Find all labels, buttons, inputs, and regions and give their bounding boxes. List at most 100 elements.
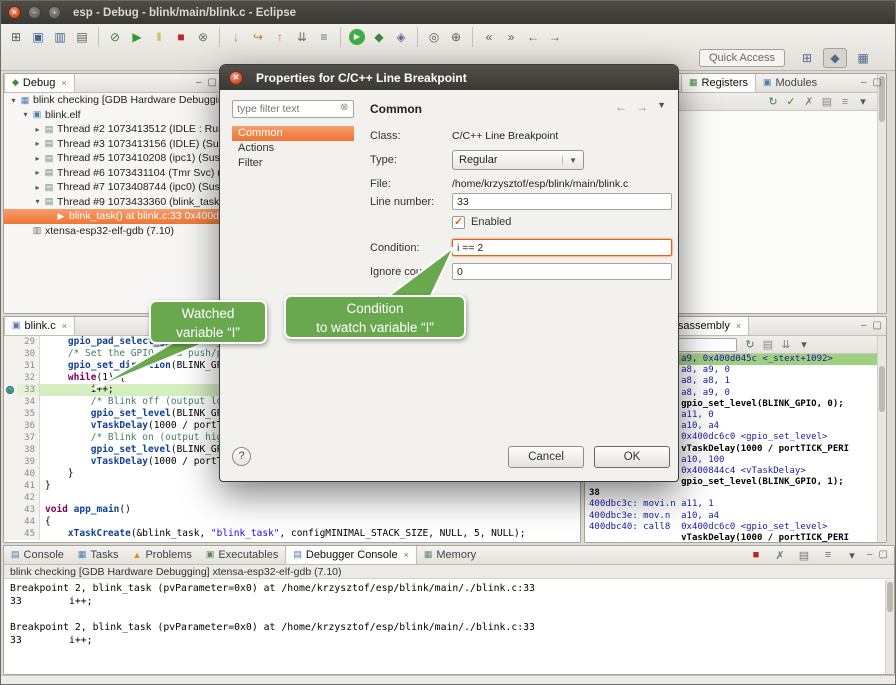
coverage-icon[interactable]: ◈ <box>391 28 411 46</box>
forward-icon[interactable]: → <box>636 100 648 114</box>
console-tab-console[interactable]: ▤Console <box>4 545 71 564</box>
close-icon[interactable]: × <box>736 321 741 331</box>
debug-tree-item[interactable]: ▾▦blink checking [GDB Hardware Debugging… <box>4 93 221 108</box>
disconnect-icon[interactable]: ⊗ <box>193 28 213 46</box>
debug-tree-item[interactable]: ▸▤Thread #6 1073431104 (Tmr Svc) (Suspen… <box>4 166 221 181</box>
line-number-input[interactable] <box>452 193 672 210</box>
dialog-section-actions[interactable]: Actions <box>232 141 354 156</box>
breakpoint-ruler[interactable] <box>4 372 17 384</box>
expand-arrow-icon[interactable]: ▸ <box>32 139 43 148</box>
cancel-button[interactable]: Cancel <box>508 446 584 468</box>
filter-input[interactable] <box>232 100 354 118</box>
view-menu-icon[interactable]: ▼ <box>657 100 666 114</box>
expand-arrow-icon[interactable]: ▾ <box>8 96 19 105</box>
breakpoint-ruler[interactable] <box>4 528 17 540</box>
show-source-icon[interactable]: ▤ <box>759 338 777 351</box>
suspend-icon[interactable]: ‖ <box>149 28 169 46</box>
print-icon[interactable]: ▤ <box>72 28 92 46</box>
step-return-icon[interactable]: ↑ <box>270 28 290 46</box>
terminate-icon[interactable]: ■ <box>171 28 191 46</box>
breakpoint-marker[interactable]: ▶ <box>4 384 17 396</box>
scroll-lock-icon[interactable]: ≡ <box>819 549 837 562</box>
refresh-icon[interactable]: ↻ <box>741 338 759 351</box>
instruction-stepping-icon[interactable]: ≡ <box>314 28 334 46</box>
debug-tree-item[interactable]: ▸▤Thread #2 1073413512 (IDLE : Running) <box>4 122 221 137</box>
console-scrollbar[interactable] <box>885 580 894 674</box>
console-tab-debugger-console[interactable]: ▤Debugger Console× <box>285 545 417 564</box>
sync-icon[interactable]: ⇊ <box>777 338 795 351</box>
expand-arrow-icon[interactable]: ▸ <box>32 168 43 177</box>
next-annotation-icon[interactable]: » <box>501 28 521 46</box>
dialog-close-icon[interactable]: ✕ <box>229 71 243 85</box>
breakpoint-ruler[interactable] <box>4 336 17 348</box>
cpp-perspective-icon[interactable]: ▦ <box>851 48 875 68</box>
condition-input[interactable] <box>452 239 672 256</box>
forward-icon[interactable]: → <box>545 28 565 46</box>
console-tab-tasks[interactable]: ▦Tasks <box>71 545 126 564</box>
debug-tree-item[interactable]: ▸▤Thread #3 1073413156 (IDLE) (Suspended… <box>4 137 221 152</box>
tab-debug[interactable]: ◆ Debug × <box>4 73 75 92</box>
console-tab-problems[interactable]: ▲Problems <box>126 545 199 564</box>
debug-tree-item[interactable]: ▶blink_task() at blink.c:33 0x400db55c <box>4 209 221 224</box>
breakpoint-ruler[interactable] <box>4 492 17 504</box>
new-wizard-icon[interactable]: ⊞ <box>6 28 26 46</box>
external-tools-icon[interactable]: ⊕ <box>446 28 466 46</box>
breakpoint-ruler[interactable] <box>4 432 17 444</box>
minimize-icon[interactable]: ‒ <box>196 77 202 88</box>
window-maximize-icon[interactable]: + <box>48 6 61 19</box>
back-icon[interactable]: ← <box>523 28 543 46</box>
skip-all-breakpoints-icon[interactable]: ⊘ <box>105 28 125 46</box>
breakpoint-ruler[interactable] <box>4 396 17 408</box>
collapse-all-icon[interactable]: ≡ <box>836 96 854 108</box>
quick-access-button[interactable]: Quick Access <box>699 49 785 67</box>
enable-icon[interactable]: ✓ <box>782 95 800 108</box>
console-tab-executables[interactable]: ▣Executables <box>199 545 285 564</box>
maximize-icon[interactable]: ▢ <box>208 77 217 88</box>
open-perspective-icon[interactable]: ⊞ <box>795 48 819 68</box>
breakpoint-ruler[interactable] <box>4 408 17 420</box>
dialog-section-common[interactable]: Common <box>232 126 354 141</box>
terminate-icon[interactable]: ■ <box>747 549 765 562</box>
expand-arrow-icon[interactable]: ▾ <box>32 197 43 206</box>
breakpoint-ruler[interactable] <box>4 420 17 432</box>
debug-tree-item[interactable]: ▥xtensa-esp32-elf-gdb (7.10) <box>4 224 221 239</box>
debug-tree-item[interactable]: ▾▣blink.elf <box>4 108 221 123</box>
view-menu-icon[interactable]: ▾ <box>843 549 861 562</box>
debug-icon[interactable]: ◆ <box>369 28 389 46</box>
disassembly-scrollbar[interactable] <box>877 336 886 542</box>
help-button[interactable]: ? <box>232 447 251 466</box>
clear-console-icon[interactable]: ▤ <box>795 549 813 562</box>
view-menu-icon[interactable]: ▾ <box>795 338 813 351</box>
tab-modules[interactable]: ▣Modules <box>756 73 824 92</box>
disable-icon[interactable]: ✗ <box>800 95 818 108</box>
console-tab-memory[interactable]: ▦Memory <box>417 545 483 564</box>
run-icon[interactable]: ▶ <box>349 29 365 45</box>
breakpoint-ruler[interactable] <box>4 480 17 492</box>
window-minimize-icon[interactable]: – <box>28 6 41 19</box>
resume-icon[interactable]: ▶ <box>127 28 147 46</box>
view-menu-icon[interactable]: ▾ <box>854 95 872 108</box>
step-over-icon[interactable]: ↪ <box>248 28 268 46</box>
maximize-icon[interactable]: ▢ <box>873 77 882 88</box>
dialog-section-filter[interactable]: Filter <box>232 156 354 171</box>
save-icon[interactable]: ▣ <box>28 28 48 46</box>
search-icon[interactable]: ◎ <box>424 28 444 46</box>
breakpoint-ruler[interactable] <box>4 348 17 360</box>
console-output[interactable]: Breakpoint 2, blink_task (pvParameter=0x… <box>4 579 894 675</box>
close-icon[interactable]: × <box>404 550 409 560</box>
ignore-count-input[interactable] <box>452 263 672 280</box>
window-close-icon[interactable]: ✕ <box>8 6 21 19</box>
minimize-icon[interactable]: ‒ <box>861 77 867 88</box>
breakpoint-ruler[interactable] <box>4 456 17 468</box>
debug-tree-item[interactable]: ▸▤Thread #5 1073410208 (ipc1) (Suspended… <box>4 151 221 166</box>
tab-registers[interactable]: ▦Registers <box>681 73 756 92</box>
expand-arrow-icon[interactable]: ▾ <box>20 110 31 119</box>
enabled-checkbox[interactable] <box>452 216 465 229</box>
debug-tree-item[interactable]: ▾▤Thread #9 1073433360 (blink_task) (Sus… <box>4 195 221 210</box>
breakpoint-ruler[interactable] <box>4 444 17 456</box>
minimize-icon[interactable]: ‒ <box>867 549 873 562</box>
maximize-icon[interactable]: ▢ <box>879 549 888 562</box>
clear-filter-icon[interactable]: ⊗ <box>340 102 348 113</box>
expand-arrow-icon[interactable]: ▸ <box>32 154 43 163</box>
expand-arrow-icon[interactable]: ▸ <box>32 183 43 192</box>
